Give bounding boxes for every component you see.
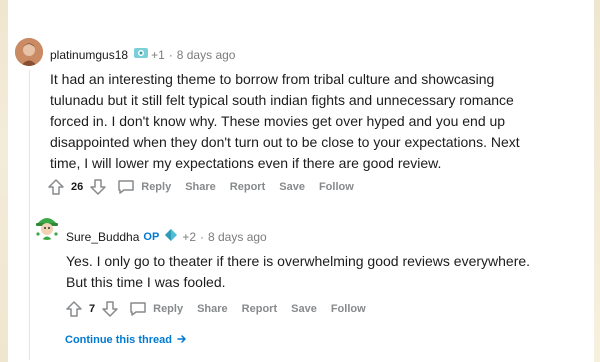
comment-meta: platinumgus18 +1 · 8 days ago (50, 46, 235, 63)
comment-body: Yes. I only go to theater if there is ov… (66, 251, 530, 293)
comment-icon (130, 302, 146, 316)
right-background-strip (594, 0, 600, 362)
save-button[interactable]: Save (291, 303, 317, 315)
reply-label: Reply (141, 181, 172, 193)
reply-button[interactable]: Reply (129, 301, 183, 317)
avatar[interactable] (33, 212, 61, 240)
follow-button[interactable]: Follow (319, 181, 354, 193)
comment-line: time, I will lower my expectations even … (50, 155, 442, 171)
upvote-icon[interactable] (47, 178, 65, 196)
avatar[interactable] (15, 38, 43, 66)
thread-line[interactable] (29, 70, 30, 360)
save-button[interactable]: Save (279, 181, 305, 193)
username[interactable]: platinumgus18 (50, 48, 128, 62)
comment-line: But this time I was fooled. (66, 274, 226, 290)
meta-separator: · (200, 229, 204, 244)
vote-count: 7 (89, 303, 96, 315)
reply-button[interactable]: Reply (117, 179, 171, 195)
timestamp[interactable]: 8 days ago (177, 48, 236, 62)
comment-actions: 26 Reply Share Report Save Follow (47, 178, 354, 196)
reply-label: Reply (153, 303, 184, 315)
meta-separator: · (168, 47, 173, 62)
share-button[interactable]: Share (197, 303, 228, 315)
share-button[interactable]: Share (185, 181, 216, 193)
username[interactable]: Sure_Buddha (66, 230, 139, 244)
comment-line: forced in. I don't know why. These movie… (50, 113, 506, 129)
avatar-image (33, 212, 61, 240)
comment-meta: Sure_Buddha OP +2 · 8 days ago (66, 228, 267, 245)
award-icon[interactable] (164, 228, 178, 245)
downvote-icon[interactable] (89, 178, 107, 196)
avatar-image (15, 38, 43, 66)
downvote-icon[interactable] (101, 300, 119, 318)
left-background-strip (0, 0, 8, 362)
arrow-right-icon (177, 335, 186, 343)
continue-thread-label: Continue this thread (65, 334, 172, 346)
comment-actions: 7 Reply Share Report Save Follow (65, 300, 366, 318)
comment-line: Yes. I only go to theater if there is ov… (66, 253, 531, 269)
upvote-icon[interactable] (65, 300, 83, 318)
comment-line: disappointed when they don't turn out to… (50, 134, 520, 150)
comment-line: tulunadu but it still felt typical south… (50, 92, 514, 108)
award-count: +2 (182, 229, 196, 244)
report-button[interactable]: Report (242, 303, 277, 315)
comment-body: It had an interesting theme to borrow fr… (50, 69, 520, 174)
comment-line: It had an interesting theme to borrow fr… (50, 71, 495, 87)
continue-thread-link[interactable]: Continue this thread (65, 334, 187, 346)
comment-icon (118, 180, 134, 194)
op-badge: OP (143, 230, 160, 243)
report-button[interactable]: Report (230, 181, 265, 193)
vote-count: 26 (71, 181, 84, 193)
award-icon[interactable] (133, 46, 149, 63)
timestamp[interactable]: 8 days ago (208, 230, 267, 244)
follow-button[interactable]: Follow (331, 303, 366, 315)
award-count: +1 (151, 47, 165, 62)
